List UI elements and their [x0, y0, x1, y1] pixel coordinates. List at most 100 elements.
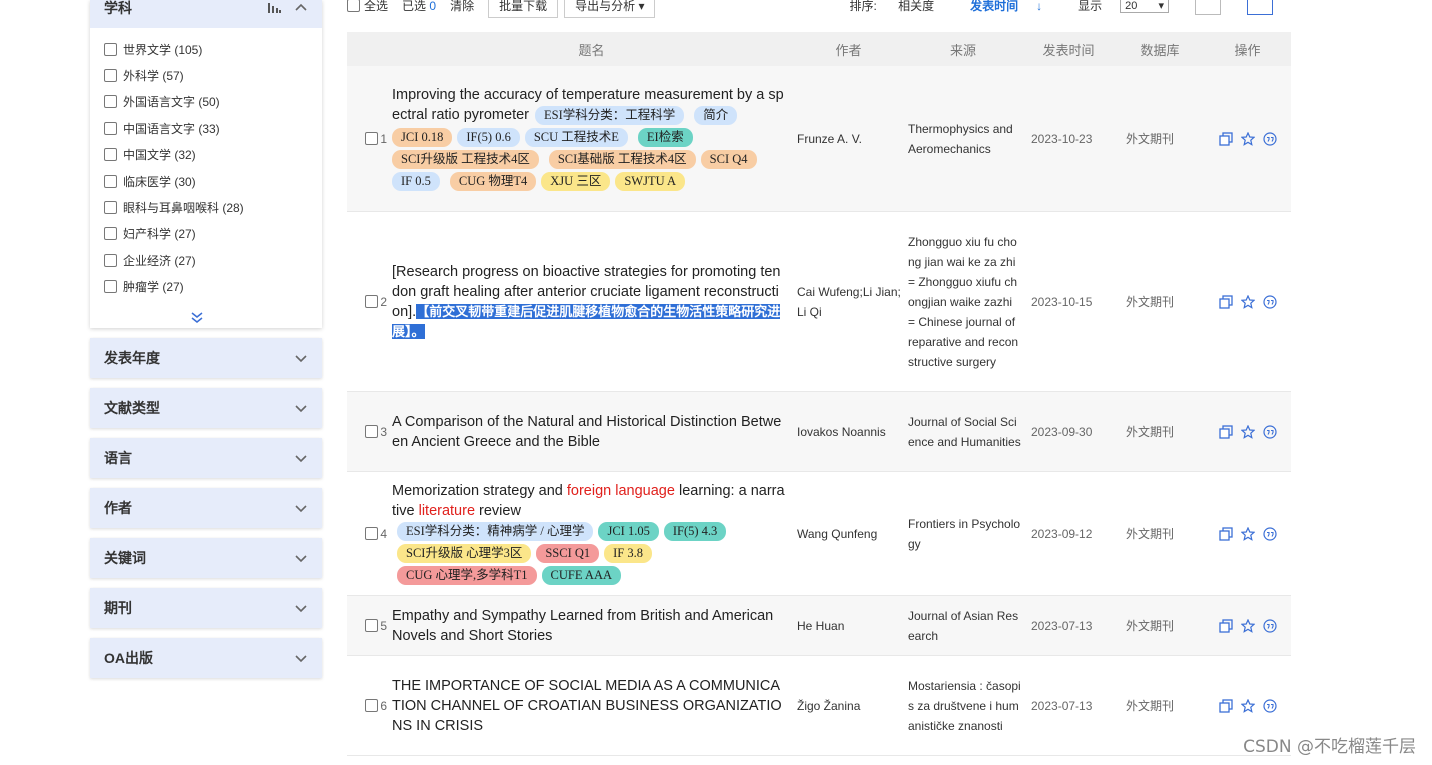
- header-date[interactable]: 发表时间: [1021, 40, 1116, 59]
- facet-option-checkbox[interactable]: [104, 121, 117, 135]
- facet-option[interactable]: 外国语言文字 (50): [104, 89, 314, 115]
- header-database[interactable]: 数据库: [1116, 40, 1204, 59]
- facet-collapsed-header[interactable]: OA出版: [90, 638, 322, 678]
- index-tag[interactable]: SCI升级版 心理学3区: [397, 543, 532, 563]
- facet-subject-header[interactable]: 学科: [90, 0, 322, 28]
- index-tag[interactable]: IF(5) 0.6: [457, 127, 520, 147]
- index-tag[interactable]: SCI升级版 工程技术4区: [392, 149, 539, 169]
- source-cell[interactable]: Zhongguo xiu fu chong jian wai ke za zhi…: [905, 232, 1021, 372]
- chevron-down-icon[interactable]: [294, 401, 308, 415]
- source-cell[interactable]: Frontiers in Psychology: [905, 514, 1021, 554]
- star-icon[interactable]: [1240, 424, 1255, 439]
- facet-option-checkbox[interactable]: [104, 148, 117, 162]
- copy-icon[interactable]: [1218, 698, 1233, 713]
- title-link[interactable]: [Research progress on bioactive strategi…: [392, 264, 780, 340]
- batch-download-button[interactable]: 批量下载: [488, 0, 559, 18]
- author-cell[interactable]: Cai Wufeng;Li Jian;Li Qi: [792, 282, 905, 322]
- index-tag[interactable]: IF 3.8: [604, 543, 653, 563]
- facet-collapsed-header[interactable]: 文献类型: [90, 388, 322, 428]
- title-link[interactable]: Memorization strategy and foreign langua…: [392, 483, 785, 519]
- quote-icon[interactable]: [1262, 424, 1277, 439]
- copy-icon[interactable]: [1218, 294, 1233, 309]
- facet-collapsed-header[interactable]: 关键词: [90, 538, 322, 578]
- facet-option[interactable]: 中国文学 (32): [104, 142, 314, 168]
- facet-option-checkbox[interactable]: [104, 253, 117, 267]
- facet-collapsed-header[interactable]: 发表年度: [90, 338, 322, 378]
- grid-view-icon[interactable]: [1195, 0, 1221, 15]
- star-icon[interactable]: [1240, 294, 1255, 309]
- chevron-down-icon[interactable]: [294, 501, 308, 515]
- source-cell[interactable]: Journal of Asian Research: [905, 606, 1021, 646]
- facet-option-checkbox[interactable]: [104, 42, 117, 56]
- index-tag[interactable]: SWJTU A: [615, 171, 686, 191]
- quote-icon[interactable]: [1262, 526, 1277, 541]
- row-checkbox[interactable]: [365, 295, 379, 308]
- sort-relevance[interactable]: 相关度: [898, 0, 934, 13]
- bar-chart-icon[interactable]: [268, 1, 282, 16]
- facet-option[interactable]: 中国语言文字 (33): [104, 115, 314, 141]
- source-cell[interactable]: Journal of Social Science and Humanities: [905, 412, 1021, 452]
- clear-link[interactable]: 清除: [450, 0, 474, 14]
- copy-icon[interactable]: [1218, 618, 1233, 633]
- header-source[interactable]: 来源: [905, 40, 1021, 59]
- chevron-down-icon[interactable]: [294, 551, 308, 565]
- star-icon[interactable]: [1240, 526, 1255, 541]
- author-cell[interactable]: He Huan: [792, 616, 905, 636]
- quote-icon[interactable]: [1262, 618, 1277, 633]
- export-analysis-button[interactable]: 导出与分析 ▾: [564, 0, 656, 18]
- chevron-down-icon[interactable]: [294, 351, 308, 365]
- facet-collapsed-header[interactable]: 期刊: [90, 588, 322, 628]
- index-tag[interactable]: CUG 心理学,多学科T1: [397, 565, 537, 585]
- index-tag[interactable]: ESI学科分类：工程科学: [535, 105, 685, 125]
- index-tag[interactable]: IF(5) 4.3: [663, 521, 727, 541]
- index-tag[interactable]: IF 0.5: [392, 171, 440, 191]
- chevron-down-icon[interactable]: [294, 601, 308, 615]
- author-cell[interactable]: Žigo Žanina: [792, 696, 905, 716]
- star-icon[interactable]: [1240, 618, 1255, 633]
- index-tag[interactable]: SCI Q4: [700, 149, 757, 169]
- row-checkbox[interactable]: [365, 425, 379, 438]
- index-tag[interactable]: SSCI Q1: [536, 543, 600, 563]
- facet-option[interactable]: 外科学 (57): [104, 62, 314, 88]
- star-icon[interactable]: [1240, 698, 1255, 713]
- author-cell[interactable]: Frunze A. V.: [792, 129, 905, 149]
- page-size-select[interactable]: 20 ▾: [1120, 0, 1169, 13]
- chevron-down-icon[interactable]: [294, 451, 308, 465]
- quote-icon[interactable]: [1262, 698, 1277, 713]
- copy-icon[interactable]: [1218, 424, 1233, 439]
- facet-option[interactable]: 妇产科学 (27): [104, 221, 314, 247]
- row-checkbox[interactable]: [365, 132, 379, 145]
- author-cell[interactable]: Iovakos Noannis: [792, 422, 905, 442]
- star-icon[interactable]: [1240, 131, 1255, 146]
- facet-option-checkbox[interactable]: [104, 201, 117, 215]
- facet-option-checkbox[interactable]: [104, 227, 117, 241]
- chevron-up-icon[interactable]: [294, 1, 308, 15]
- source-cell[interactable]: Thermophysics and Aeromechanics: [905, 119, 1021, 159]
- select-all-checkbox[interactable]: [347, 0, 360, 12]
- sort-by-date[interactable]: 发表时间 ↓: [970, 0, 1060, 14]
- facet-option-checkbox[interactable]: [104, 95, 117, 109]
- copy-icon[interactable]: [1218, 131, 1233, 146]
- index-tag[interactable]: EI检索: [637, 127, 693, 147]
- author-cell[interactable]: Wang Qunfeng: [792, 524, 905, 544]
- title-link[interactable]: A Comparison of the Natural and Historic…: [392, 414, 781, 450]
- copy-icon[interactable]: [1218, 526, 1233, 541]
- index-tag[interactable]: XJU 三区: [541, 171, 611, 191]
- facet-option[interactable]: 世界文学 (105): [104, 36, 314, 62]
- facet-option[interactable]: 临床医学 (30): [104, 168, 314, 194]
- quote-icon[interactable]: [1262, 131, 1277, 146]
- title-link[interactable]: THE IMPORTANCE OF SOCIAL MEDIA AS A COMM…: [392, 678, 782, 734]
- select-all-label[interactable]: 全选: [364, 0, 388, 14]
- chevron-down-icon[interactable]: [294, 651, 308, 665]
- index-tag[interactable]: 简介: [694, 105, 738, 125]
- index-tag[interactable]: SCI基础版 工程技术4区: [548, 149, 696, 169]
- facet-option[interactable]: 企业经济 (27): [104, 247, 314, 273]
- source-cell[interactable]: Mostariensia : časopis za društvene i hu…: [905, 676, 1021, 736]
- double-chevron-down-icon[interactable]: [190, 310, 204, 329]
- index-tag[interactable]: CUG 物理T4: [449, 171, 537, 191]
- header-author[interactable]: 作者: [792, 40, 905, 59]
- facet-collapsed-header[interactable]: 作者: [90, 488, 322, 528]
- row-checkbox[interactable]: [365, 527, 379, 540]
- list-view-icon[interactable]: [1247, 0, 1273, 15]
- facet-option-checkbox[interactable]: [104, 280, 117, 294]
